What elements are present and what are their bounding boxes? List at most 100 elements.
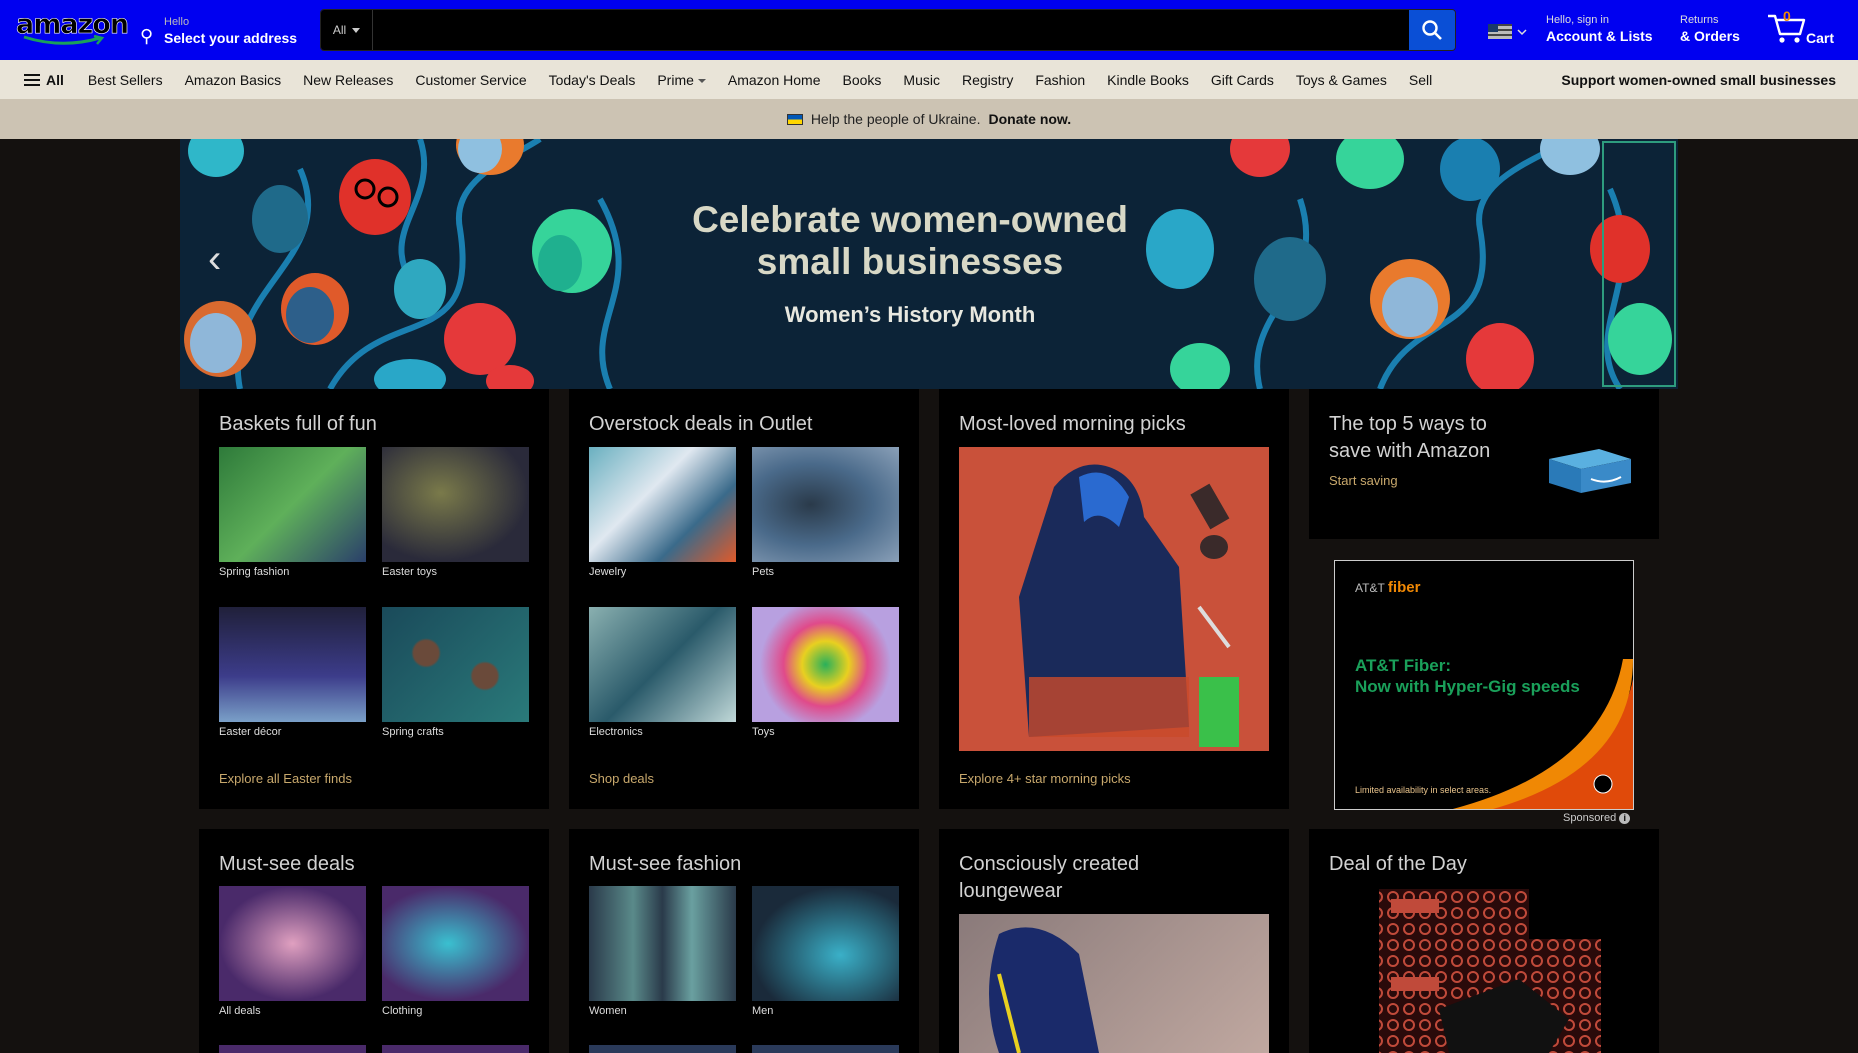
hero-title[interactable]: Celebrate women-owned small businesses [650,199,1170,283]
nav-toys-games[interactable]: Toys & Games [1296,72,1387,88]
tile-caption: Pets [752,566,775,578]
orders-label: & Orders [1680,28,1740,44]
pop-it-toy-image [752,607,899,722]
tile-spring-fashion[interactable]: Spring fashion [219,447,366,578]
chevron-left-icon: ‹ [208,237,222,281]
tile-partial-image [382,1045,529,1053]
nav-books[interactable]: Books [842,72,881,88]
account-lists-label: Account & Lists [1546,28,1653,44]
card-outlet: Overstock deals in Outlet Jewelry Pets E… [569,389,919,809]
deliver-greeting: Hello [164,16,190,28]
tile-caption: All deals [219,1005,261,1017]
nav-gift-cards[interactable]: Gift Cards [1211,72,1274,88]
info-icon[interactable]: i [1619,813,1631,824]
nav-promo-link[interactable]: Support women-owned small businesses [1561,72,1836,88]
loungewear-image[interactable] [959,914,1269,1053]
tile-pets[interactable]: Pets [752,447,899,578]
search-category-dropdown[interactable]: All [321,10,373,50]
cart-label: Cart [1806,30,1835,46]
card-link[interactable]: Explore 4+ star morning picks [959,771,1131,786]
amazon-box-icon [1549,449,1631,493]
tissue-box-illustration [1379,889,1601,1053]
account-greeting: Hello, sign in [1546,14,1609,26]
nav-customer-service[interactable]: Customer Service [415,72,526,88]
ad-fine-print: Limited availability in select areas. [1355,785,1492,795]
ukraine-flag-icon [786,113,803,125]
nav-todays-deals[interactable]: Today's Deals [549,72,636,88]
us-flag-icon [1488,24,1527,39]
att-fiber-ad[interactable]: AT&T fiber AT&T Fiber: Now with Hyper-Gi… [1334,560,1634,810]
donate-link[interactable]: Donate now. [988,111,1071,127]
search-button[interactable] [1409,10,1455,50]
tile-all-deals[interactable]: All deals [219,886,366,1017]
tile-clothing[interactable]: Clothing [382,886,529,1017]
tile-toys[interactable]: Toys [752,607,899,738]
tile-jewelry[interactable]: Jewelry [589,447,736,578]
all-menu-button[interactable]: All [24,72,64,88]
card-title-line2: save with Amazon [1329,440,1491,462]
tile-easter-decor[interactable]: Easter décor [219,607,366,738]
morning-picks-image[interactable] [959,447,1269,751]
card-link[interactable]: Start saving [1329,473,1398,488]
carousel-prev-button[interactable]: ‹ [208,239,221,279]
tile-men[interactable]: Men [752,886,899,1017]
hero-title-line2: small businesses [756,241,1064,282]
eggs-image [382,607,529,722]
tile-caption: Easter toys [382,566,438,578]
deal-of-the-day-image[interactable] [1369,889,1601,1053]
tile-women[interactable]: Women [589,886,736,1017]
search-icon [1422,20,1442,40]
women-fashion-image [589,886,736,1001]
tile-spring-crafts[interactable]: Spring crafts [382,607,529,738]
cart-button[interactable]: 0 Cart [1766,8,1846,50]
card-title: Consciously created loungewear [959,851,1139,905]
amazon-logo[interactable]: amazon [16,10,129,47]
ukraine-notice-bar: Help the people of Ukraine. Donate now. [0,99,1858,139]
earbuds-image [589,607,736,722]
nav-prime[interactable]: Prime [657,72,706,88]
men-fashion-image [752,886,899,1001]
tile-caption: Clothing [382,1005,423,1017]
tile-easter-toys[interactable]: Easter toys [382,447,529,578]
tile-electronics[interactable]: Electronics [589,607,736,738]
account-and-lists[interactable]: Hello, sign in Account & Lists [1546,14,1664,48]
nav-sell[interactable]: Sell [1409,72,1432,88]
cart-count: 0 [1783,8,1791,24]
search-bar: All [320,9,1456,51]
tile-caption: Easter décor [219,726,282,738]
hero-subtitle: Women’s History Month [784,302,1036,327]
jewelry-image [589,447,736,562]
card-title: Overstock deals in Outlet [589,413,813,435]
hoodie-illustration [1019,464,1239,747]
tile-caption: Spring fashion [219,566,290,578]
card-title: Must-see fashion [589,853,742,875]
nav-amazon-basics[interactable]: Amazon Basics [185,72,281,88]
carousel-next-button[interactable] [1602,141,1676,387]
nav-music[interactable]: Music [903,72,940,88]
nav-kindle-books[interactable]: Kindle Books [1107,72,1189,88]
nav-best-sellers[interactable]: Best Sellers [88,72,163,88]
deliver-address-label: Select your address [164,30,298,46]
card-title-line1: Consciously created [959,853,1140,875]
card-must-see-deals: Must-see deals All deals Clothing [199,829,549,1053]
language-selector[interactable] [1488,20,1532,44]
notice-text: Help the people of Ukraine. [810,111,981,127]
nav-fashion[interactable]: Fashion [1035,72,1085,88]
loungewear-illustration [989,927,1099,1053]
card-link[interactable]: Explore all Easter finds [219,771,352,786]
card-link[interactable]: Shop deals [589,771,654,786]
all-menu-label: All [46,71,64,88]
dog-image [752,447,899,562]
search-input[interactable] [373,10,1409,50]
card-must-see-fashion: Must-see fashion Women Men [569,829,919,1053]
sponsored-label: Sponsored i [1563,812,1631,824]
nav-amazon-home[interactable]: Amazon Home [728,72,821,88]
sponsored-text: Sponsored [1563,812,1617,824]
nav-registry[interactable]: Registry [962,72,1013,88]
card-morning: Most-loved morning picks Explore 4+ star… [939,389,1289,809]
nav-new-releases[interactable]: New Releases [303,72,393,88]
hero-carousel: Celebrate women-owned small businesses W… [180,139,1678,389]
returns-and-orders[interactable]: Returns & Orders [1680,14,1750,48]
deliver-to-location[interactable]: ⚲ Hello Select your address [140,14,300,48]
location-pin-icon: ⚲ [140,26,154,46]
